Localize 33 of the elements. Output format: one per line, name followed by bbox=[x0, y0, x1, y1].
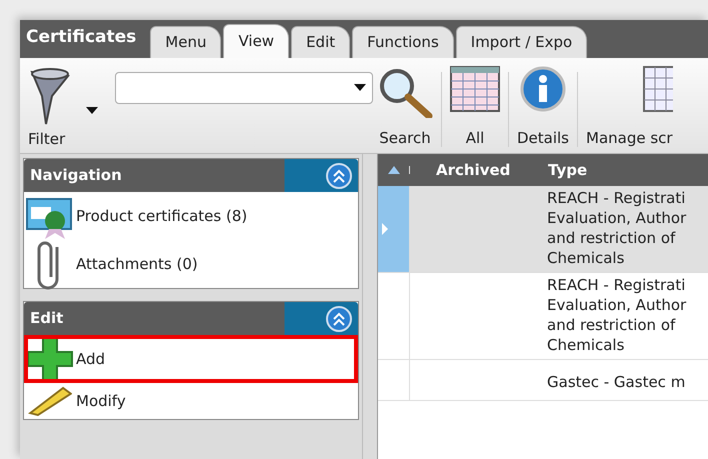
app-title: Certificates bbox=[25, 26, 138, 48]
table-row[interactable]: REACH - Registrati Evaluation, Author and restriction of Chemicals bbox=[378, 186, 708, 273]
tab[interactable]: Edit bbox=[291, 26, 350, 58]
table-row[interactable]: REACH - Registrati Evaluation, Author and restriction of Chemicals bbox=[378, 273, 708, 360]
column-header[interactable]: Archived bbox=[410, 158, 543, 182]
table-icon bbox=[450, 66, 500, 112]
manage-button[interactable]: Manage scr bbox=[582, 58, 677, 153]
table-cell-text: Gastec - Gastec m bbox=[546, 372, 686, 393]
tab[interactable]: Menu bbox=[150, 26, 222, 58]
all-button[interactable]: All bbox=[446, 58, 504, 153]
grid-icon bbox=[642, 66, 673, 112]
search-icon bbox=[377, 66, 433, 118]
panel-title: Navigation bbox=[30, 165, 122, 186]
tab[interactable]: Functions bbox=[352, 26, 454, 58]
row-pointer-icon bbox=[382, 223, 388, 235]
caret-icon bbox=[86, 106, 98, 114]
tab[interactable]: Import / Expo bbox=[456, 26, 588, 58]
panel-item[interactable]: Add bbox=[24, 335, 358, 383]
info-icon bbox=[520, 66, 566, 112]
panel-title: Edit bbox=[30, 308, 64, 330]
pencil-icon bbox=[28, 386, 72, 416]
caret-icon bbox=[354, 84, 366, 92]
table-cell-text: REACH - Registrati Evaluation, Author and restriction of Chemicals bbox=[546, 275, 688, 356]
details-button[interactable]: Details bbox=[513, 58, 574, 153]
collapse-icon[interactable] bbox=[326, 306, 352, 332]
tab[interactable]: View bbox=[223, 24, 290, 58]
filter-button[interactable]: Filter bbox=[20, 58, 102, 153]
search-button[interactable]: Search bbox=[373, 58, 437, 153]
sort-icon bbox=[388, 166, 400, 174]
table-row[interactable]: Gastec - Gastec m bbox=[378, 360, 708, 401]
collapse-icon[interactable] bbox=[326, 162, 352, 188]
column-header[interactable]: Type bbox=[543, 158, 592, 182]
table-cell-text: REACH - Registrati Evaluation, Author and restriction of Chemicals bbox=[546, 188, 688, 269]
